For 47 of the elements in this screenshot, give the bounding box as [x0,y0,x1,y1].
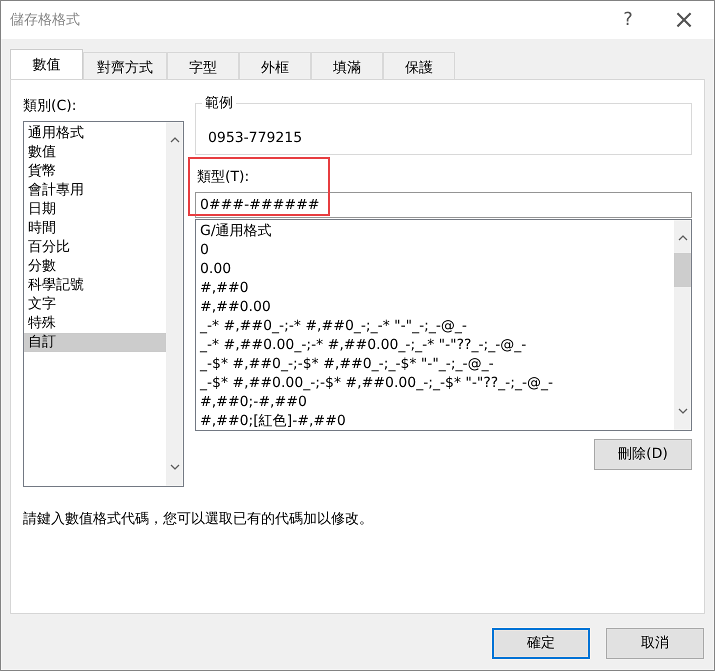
type-field[interactable]: 0###-###### [195,192,692,218]
format-item[interactable]: _-$* #,##0_-;-$* #,##0_-;_-$* "-"_-;_-@_- [196,355,674,374]
tab[interactable]: 字型 [167,52,239,79]
format-item[interactable]: #,##0.00 [196,298,674,317]
category-item[interactable]: 文字 [24,295,166,314]
scroll-down-icon[interactable] [170,464,180,470]
scroll-thumb[interactable] [674,253,691,287]
tab[interactable]: 填滿 [311,52,383,79]
dialog-button[interactable]: 確定 [492,628,590,659]
category-item[interactable]: 會計專用 [24,181,166,200]
category-item[interactable]: 貨幣 [24,162,166,181]
category-item[interactable]: 數值 [24,143,166,162]
format-item[interactable]: #,##0;[紅色]-#,##0 [196,412,674,430]
format-item[interactable]: _-* #,##0.00_-;-* #,##0.00_-;_-* "-"??_-;_-@_- [196,336,674,355]
format-item[interactable]: G/通用格式 [196,222,674,241]
tab[interactable]: 數值 [10,49,83,79]
tab[interactable]: 保護 [383,52,455,79]
format-item[interactable]: #,##0 [196,279,674,298]
tab[interactable]: 對齊方式 [83,52,167,79]
window-title: 儲存格格式 [10,10,81,30]
format-item[interactable]: _-$* #,##0.00_-;-$* #,##0.00_-;_-$* "-"??_-;_-@_- [196,374,674,393]
category-item[interactable]: 時間 [24,219,166,238]
tab[interactable]: 外框 [239,52,311,79]
category-item[interactable]: 自訂 [24,333,166,352]
scroll-up-icon[interactable] [678,235,688,242]
category-item[interactable]: 特殊 [24,314,166,333]
help-button[interactable]: ? [608,11,648,29]
category-list[interactable]: 通用格式 數值 貨幣 會計專用 日期 時間 百分比 分數 科學記號 文字 特殊 自訂 [23,121,184,487]
category-item[interactable]: 分數 [24,257,166,276]
format-list[interactable] [195,219,692,431]
format-item[interactable]: _-* #,##0_-;-* #,##0_-;_-* "-"_-;_-@_- [196,317,674,336]
category-item[interactable]: 科學記號 [24,276,166,295]
format-item[interactable]: #,##0;-#,##0 [196,393,674,412]
close-button[interactable]: × [664,7,704,33]
sample-value: 0953-779215 [208,129,304,148]
category-item[interactable]: 日期 [24,200,166,219]
category-item[interactable]: 百分比 [24,238,166,257]
delete-button[interactable]: 刪除(D) [594,439,692,470]
format-item[interactable]: 0.00 [196,260,674,279]
category-label: 類別(C): [23,97,78,116]
type-label: 類型(T): [197,168,250,187]
dialog-button[interactable]: 取消 [606,628,704,659]
category-item[interactable]: 通用格式 [24,124,166,143]
hint-text: 請鍵入數值格式代碼，您可以選取已有的代碼加以修改。 [23,510,374,529]
scroll-down-icon[interactable] [678,408,688,414]
scroll-up-icon[interactable] [170,137,180,144]
format-item[interactable]: 0 [196,241,674,260]
